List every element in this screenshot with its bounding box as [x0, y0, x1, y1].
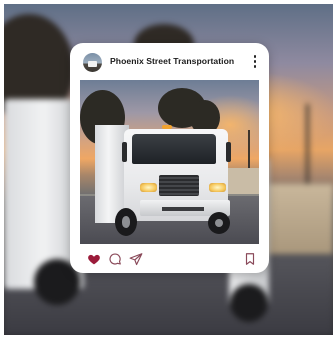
- comment-icon[interactable]: [108, 252, 122, 266]
- account-avatar[interactable]: [83, 53, 102, 72]
- heart-icon[interactable]: [87, 252, 101, 266]
- post-photo: [80, 80, 259, 244]
- send-icon[interactable]: [129, 252, 143, 266]
- bookmark-icon[interactable]: [243, 252, 257, 266]
- account-name[interactable]: Phoenix Street Transportation: [110, 56, 234, 66]
- more-vertical-icon[interactable]: [252, 55, 258, 68]
- post-card: Phoenix Street Transportation: [70, 43, 269, 273]
- post-header: Phoenix Street Transportation: [70, 43, 269, 79]
- post-actions: [70, 246, 269, 273]
